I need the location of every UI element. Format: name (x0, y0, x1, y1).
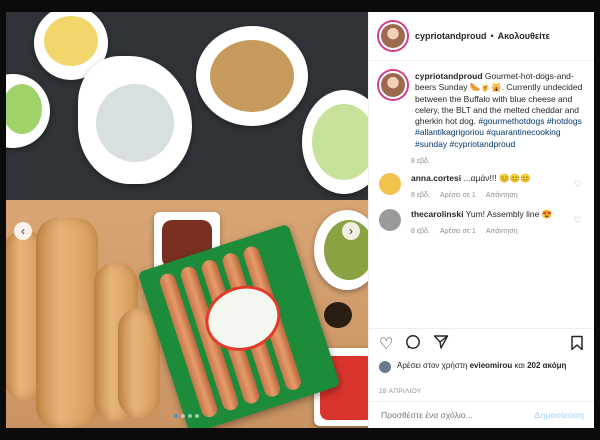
liker-username[interactable]: evieomirou (470, 361, 513, 370)
comment-text: Yum! Assembly line 😍 (465, 209, 553, 220)
caption-text: cypriotandproud Gourmet-hot-dogs-and-bee… (415, 71, 584, 150)
blue-cheese-bowl (78, 56, 192, 184)
carousel-dot (181, 414, 185, 418)
comments-feed[interactable]: cypriotandproud Gourmet-hot-dogs-and-bee… (369, 61, 594, 326)
bookmark-icon[interactable] (570, 335, 584, 355)
avatar[interactable] (379, 71, 407, 99)
comment-meta: 8 εβδ. Αρέσει σε 1 Απάντηση (411, 190, 561, 201)
celery-bowl (6, 74, 50, 148)
hot-dog-bun (36, 218, 98, 428)
comment-time[interactable]: 8 εβδ. (411, 190, 430, 201)
following-button[interactable]: Ακολουθείτε (498, 31, 550, 41)
comment-item: anna.cortesi ...αμάν!!! 😊😊😊 8 εβδ. Αρέσε… (369, 165, 594, 201)
heart-icon[interactable]: ♡ (379, 334, 393, 354)
reply-button[interactable]: Απάντηση (486, 226, 518, 237)
avatar[interactable] (379, 209, 401, 232)
comment-username[interactable]: anna.cortesi (411, 173, 461, 183)
comment-input[interactable] (379, 409, 535, 421)
hashtag-link[interactable]: #sunday (415, 139, 447, 149)
carousel-dot (174, 414, 178, 418)
carousel-dot (195, 414, 199, 418)
hashtag-link[interactable]: #gourmethotdogs (478, 116, 544, 126)
comment-composer: Δημοσίευση (369, 401, 594, 428)
likes-text: Αρέσει στον χρήστη evieomirou και 202 ακ… (397, 360, 566, 373)
post-header: cypriotandproud • Ακολουθείτε (369, 12, 594, 61)
likes-summary: Αρέσει στον χρήστη evieomirou και 202 ακ… (379, 360, 586, 373)
post-modal: ‹ › cypriotandproud • Ακολουθείτε cyprio… (6, 12, 594, 428)
post-sidebar: cypriotandproud • Ακολουθείτε cypriotand… (368, 12, 594, 428)
comment-like-icon[interactable]: ♡ (574, 179, 582, 190)
board-handle-hole (324, 302, 352, 328)
hashtag-link[interactable]: #quarantinecooking (486, 127, 560, 137)
carousel-dots (174, 414, 199, 418)
avatar[interactable] (379, 361, 391, 373)
author-username[interactable]: cypriotandproud (415, 31, 487, 41)
likes-prefix: Αρέσει στον χρήστη (397, 361, 468, 370)
caption-username[interactable]: cypriotandproud (415, 71, 483, 81)
hashtag-link[interactable]: #cypriotandproud (450, 139, 516, 149)
reply-button[interactable]: Απάντηση (486, 190, 518, 201)
comment-time[interactable]: 8 εβδ. (411, 226, 430, 237)
post-comment-button[interactable]: Δημοσίευση (534, 410, 584, 420)
comment-meta: 8 εβδ. Αρέσει σε 1 Απάντηση (411, 226, 561, 237)
post-date[interactable]: 28 ΑΠΡΙΛΙΟΥ (379, 388, 421, 395)
comment-body: anna.cortesi ...αμάν!!! 😊😊😊 8 εβδ. Αρέσε… (411, 173, 561, 201)
avatar[interactable] (379, 173, 401, 196)
action-bar: ♡ (369, 328, 594, 359)
post-photo[interactable]: ‹ › (6, 12, 368, 428)
comment-item: thecarolinski Yum! Assembly line 😍 8 εβδ… (369, 201, 594, 237)
caption: cypriotandproud Gourmet-hot-dogs-and-bee… (369, 61, 594, 150)
hashtag-link[interactable]: #hotdogs (547, 116, 582, 126)
onion-bowl (196, 26, 308, 126)
paper-plane-icon[interactable] (433, 334, 449, 355)
modal-backdrop[interactable]: ‹ › cypriotandproud • Ακολουθείτε cyprio… (0, 0, 600, 440)
comment-text: ...αμάν!!! 😊😊😊 (463, 173, 531, 184)
carousel-dot (188, 414, 192, 418)
likes-connector: και (514, 361, 525, 370)
avatar[interactable] (379, 22, 407, 50)
comment-username[interactable]: thecarolinski (411, 209, 463, 219)
likes-count[interactable]: 202 ακόμη (527, 361, 566, 370)
comment-likes[interactable]: Αρέσει σε 1 (440, 226, 476, 237)
comment-like-icon[interactable]: ♡ (574, 215, 582, 226)
header-separator: • (490, 31, 494, 41)
hashtag-link[interactable]: #allantikagrigoriou (415, 127, 484, 137)
carousel-prev-button[interactable]: ‹ (14, 222, 32, 240)
comment-icon[interactable] (405, 334, 421, 355)
lettuce-bowl (302, 90, 368, 194)
comment-likes[interactable]: Αρέσει σε 1 (440, 190, 476, 201)
caption-time[interactable]: 8 εβδ. (411, 158, 594, 165)
comment-body: thecarolinski Yum! Assembly line 😍 8 εβδ… (411, 209, 561, 237)
carousel-next-button[interactable]: › (342, 222, 360, 240)
